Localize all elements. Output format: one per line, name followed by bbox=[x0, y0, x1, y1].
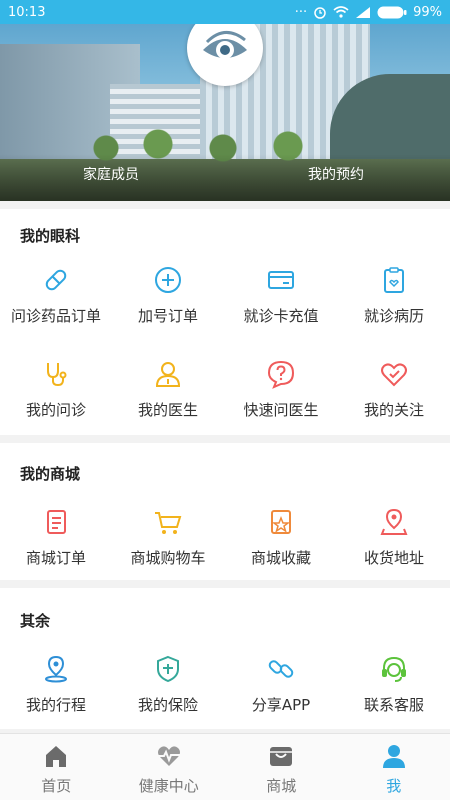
item-label: 我的关注 bbox=[363, 401, 424, 419]
star-bag-icon bbox=[271, 510, 291, 534]
status-icons: ··· 99% bbox=[295, 5, 442, 20]
heart-pulse-icon bbox=[156, 746, 181, 766]
item-label: 我的行程 bbox=[25, 696, 86, 714]
item-label: 商城订单 bbox=[25, 549, 86, 567]
item-label: 加号订单 bbox=[137, 307, 198, 325]
doctor-icon bbox=[155, 362, 181, 387]
item-label: 快速问医生 bbox=[243, 401, 319, 419]
card-recharge-item[interactable]: 就诊卡充值 bbox=[225, 265, 337, 326]
my-doctors-item[interactable]: 我的医生 bbox=[112, 359, 224, 420]
section-title: 其余 bbox=[20, 612, 51, 630]
pill-icon bbox=[45, 269, 67, 291]
order-document-icon bbox=[47, 510, 66, 534]
item-label: 收货地址 bbox=[363, 549, 424, 567]
mall-cart-item[interactable]: 商城购物车 bbox=[112, 507, 224, 568]
section-other: 其余 我的行程 我的保险 分享APP 联系客服 bbox=[0, 588, 450, 729]
item-label: 联系客服 bbox=[363, 696, 424, 714]
signal-icon bbox=[356, 7, 371, 18]
tab-health-center[interactable]: 健康中心 bbox=[113, 734, 226, 800]
card-icon bbox=[268, 271, 294, 289]
item-label: 问诊药品订单 bbox=[10, 307, 101, 325]
section-title: 我的商城 bbox=[20, 465, 81, 483]
mall-favorites-item[interactable]: 商城收藏 bbox=[225, 507, 337, 568]
headset-icon bbox=[382, 656, 406, 682]
shop-box-icon bbox=[270, 747, 293, 766]
clipboard-icon bbox=[384, 267, 404, 293]
hero-banner: 家庭成员 我的预约 bbox=[0, 24, 450, 201]
shipping-address-item[interactable]: 收货地址 bbox=[338, 507, 450, 568]
tab-label: 首页 bbox=[41, 777, 72, 795]
battery-percent: 99% bbox=[413, 4, 442, 20]
contact-support-item[interactable]: 联系客服 bbox=[338, 654, 450, 715]
home-icon bbox=[46, 746, 67, 767]
share-app-item[interactable]: 分享APP bbox=[225, 654, 337, 715]
dots-icon: ··· bbox=[294, 4, 308, 20]
question-bubble-icon bbox=[267, 360, 295, 389]
bottom-tab-bar: 首页 健康中心 商城 我 bbox=[0, 733, 450, 800]
section-title: 我的眼科 bbox=[20, 227, 81, 245]
map-pin-icon bbox=[380, 508, 408, 535]
item-label: 分享APP bbox=[251, 696, 311, 714]
section-eye: 我的眼科 问诊药品订单 加号订单 就诊卡充值 就诊病历 我的问诊 我的医生 快速… bbox=[0, 209, 450, 435]
quick-ask-doctor-item[interactable]: 快速问医生 bbox=[225, 359, 337, 420]
tab-me[interactable]: 我 bbox=[338, 734, 450, 800]
status-bar: 10:13 ··· 99% bbox=[0, 0, 450, 24]
tab-home[interactable]: 首页 bbox=[0, 734, 113, 800]
medical-records-item[interactable]: 就诊病历 bbox=[338, 265, 450, 326]
my-consultations-item[interactable]: 我的问诊 bbox=[0, 359, 112, 420]
add-appointment-orders-item[interactable]: 加号订单 bbox=[112, 265, 224, 326]
my-follows-item[interactable]: 我的关注 bbox=[338, 359, 450, 420]
link-chain-icon bbox=[268, 660, 294, 678]
tab-label: 健康中心 bbox=[138, 777, 199, 795]
tab-mall[interactable]: 商城 bbox=[225, 734, 338, 800]
plus-circle-icon bbox=[155, 267, 181, 293]
mall-orders-item[interactable]: 商城订单 bbox=[0, 507, 112, 568]
family-members-link[interactable]: 家庭成员 bbox=[83, 164, 139, 184]
item-label: 就诊卡充值 bbox=[243, 307, 319, 325]
item-label: 商城收藏 bbox=[250, 549, 311, 567]
location-pin-icon bbox=[45, 655, 67, 683]
section-mall: 我的商城 商城订单 商城购物车 商城收藏 收货地址 bbox=[0, 443, 450, 580]
wifi-icon bbox=[333, 6, 349, 18]
my-insurance-item[interactable]: 我的保险 bbox=[112, 654, 224, 715]
battery-icon bbox=[377, 6, 407, 18]
person-icon bbox=[382, 745, 405, 768]
stethoscope-icon bbox=[47, 363, 67, 387]
cart-icon bbox=[155, 512, 182, 534]
shield-icon bbox=[157, 655, 179, 683]
my-itinerary-item[interactable]: 我的行程 bbox=[0, 654, 112, 715]
heart-icon bbox=[381, 363, 407, 387]
item-label: 商城购物车 bbox=[130, 549, 206, 567]
item-label: 我的保险 bbox=[137, 696, 198, 714]
item-label: 就诊病历 bbox=[363, 307, 424, 325]
tab-label: 商城 bbox=[266, 777, 297, 795]
medicine-orders-item[interactable]: 问诊药品订单 bbox=[0, 265, 112, 326]
hero-shade bbox=[0, 154, 450, 201]
item-label: 我的医生 bbox=[137, 401, 198, 419]
status-time: 10:13 bbox=[8, 4, 46, 20]
tab-label: 我 bbox=[386, 777, 402, 795]
item-label: 我的问诊 bbox=[25, 401, 86, 419]
my-appointments-link[interactable]: 我的预约 bbox=[308, 164, 364, 184]
alarm-icon bbox=[314, 7, 326, 19]
